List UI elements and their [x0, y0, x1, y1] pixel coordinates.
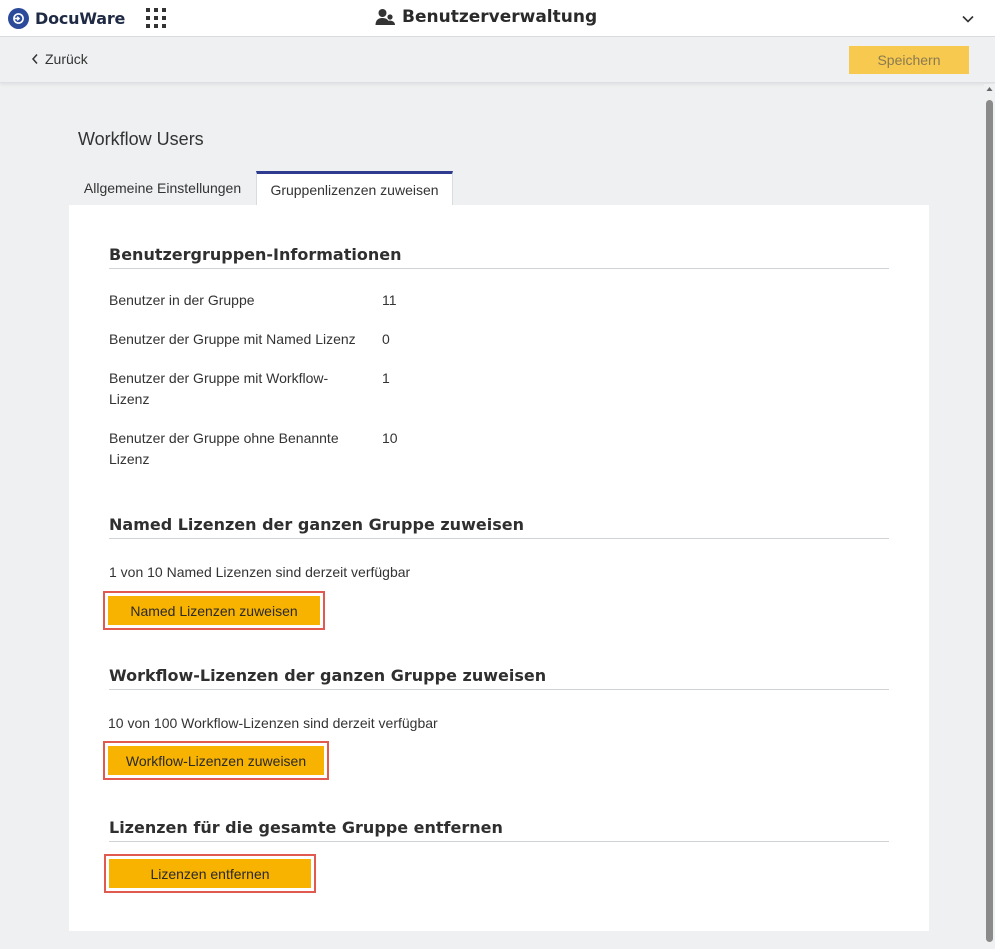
app-title: Benutzerverwaltung	[375, 7, 597, 27]
section-title-named-licenses: Named Lizenzen der ganzen Gruppe zuweise…	[109, 515, 889, 539]
vertical-scrollbar[interactable]	[984, 84, 995, 949]
back-button[interactable]: Zurück	[31, 51, 88, 67]
tab-general-settings[interactable]: Allgemeine Einstellungen	[69, 171, 256, 205]
logo-text: DocuWare	[35, 9, 126, 28]
info-value-named-license: 0	[382, 331, 390, 347]
info-value-users-in-group: 11	[382, 292, 397, 308]
remove-button-highlight: Lizenzen entfernen	[104, 854, 316, 893]
docuware-logo[interactable]: DocuWare	[8, 8, 125, 29]
section-title-workflow-licenses: Workflow-Lizenzen der ganzen Gruppe zuwe…	[109, 666, 889, 690]
assign-workflow-licenses-button[interactable]: Workflow-Lizenzen zuweisen	[108, 746, 324, 775]
scroll-up-arrow-icon[interactable]	[986, 86, 993, 92]
info-label-named-license: Benutzer der Gruppe mit Named Lizenz	[109, 331, 356, 347]
back-label: Zurück	[45, 51, 88, 67]
info-value-workflow-license: 1	[382, 370, 390, 386]
info-label-workflow-license: Benutzer der Gruppe mit Workflow-Lizenz	[109, 370, 329, 407]
named-button-highlight: Named Lizenzen zuweisen	[103, 591, 325, 630]
group-name-heading: Workflow Users	[78, 129, 204, 149]
tab-panel: Benutzergruppen-Informationen Benutzer i…	[69, 205, 929, 931]
info-label-users-in-group: Benutzer in der Gruppe	[109, 292, 255, 308]
action-bar: Zurück Speichern	[0, 37, 995, 83]
tab-assign-group-licenses[interactable]: Gruppenlizenzen zuweisen	[256, 171, 453, 205]
save-button[interactable]: Speichern	[849, 46, 969, 74]
assign-named-licenses-button[interactable]: Named Lizenzen zuweisen	[108, 596, 320, 625]
workflow-button-highlight: Workflow-Lizenzen zuweisen	[103, 741, 329, 780]
workflow-licenses-availability: 10 von 100 Workflow-Lizenzen sind derzei…	[108, 715, 438, 731]
users-icon	[375, 9, 395, 25]
page-title: Benutzerverwaltung	[402, 7, 598, 27]
section-title-group-info: Benutzergruppen-Informationen	[109, 245, 889, 269]
scrollbar-thumb[interactable]	[986, 100, 993, 942]
section-title-remove-licenses: Lizenzen für die gesamte Gruppe entferne…	[109, 818, 889, 842]
info-value-no-license: 10	[382, 430, 398, 446]
grid-icon[interactable]	[146, 8, 166, 28]
chevron-left-icon	[31, 54, 38, 64]
remove-licenses-button[interactable]: Lizenzen entfernen	[109, 859, 311, 888]
chevron-down-icon[interactable]	[961, 12, 975, 26]
docuware-logo-icon	[8, 8, 29, 29]
info-label-no-license: Benutzer der Gruppe ohne Benannte Lizenz	[109, 430, 339, 467]
top-bar: DocuWare Benutzerverwaltung	[0, 0, 995, 37]
named-licenses-availability: 1 von 10 Named Lizenzen sind derzeit ver…	[109, 564, 411, 580]
